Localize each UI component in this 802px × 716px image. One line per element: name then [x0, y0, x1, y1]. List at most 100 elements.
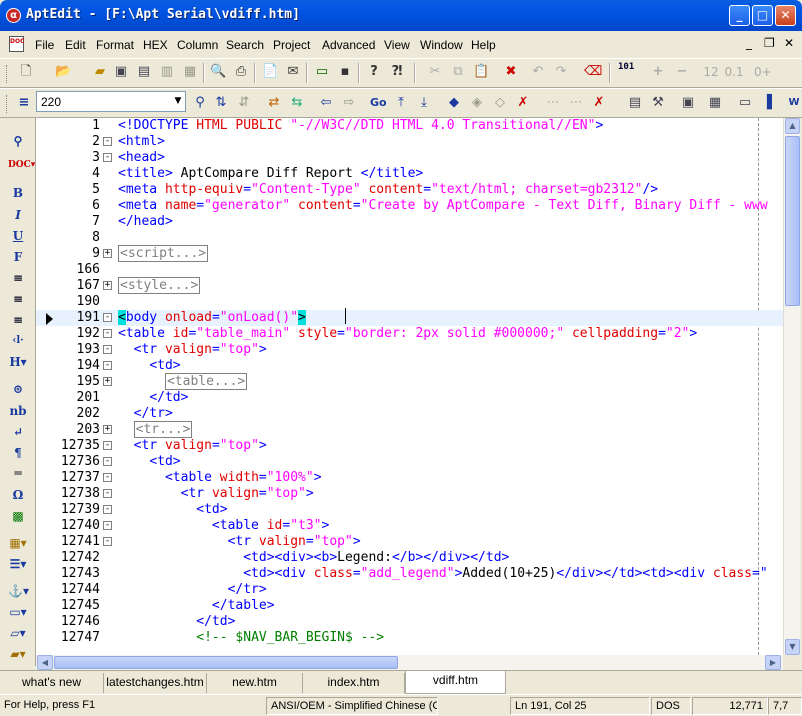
- toggle-bookmark-icon[interactable]: ◆: [446, 95, 462, 111]
- goto-top-icon[interactable]: ⤒: [393, 95, 409, 111]
- open-folder-icon[interactable]: ▰: [92, 64, 108, 80]
- code-text[interactable]: <tr valign="top">: [118, 534, 361, 550]
- code-line[interactable]: 193- <tr valign="top">: [36, 342, 783, 358]
- code-text[interactable]: <tr valign="top">: [118, 486, 314, 502]
- menu-advanced[interactable]: Advanced: [322, 38, 375, 52]
- context-help-icon[interactable]: ⁈: [389, 64, 405, 80]
- close-button[interactable]: ✕: [775, 5, 796, 26]
- code-text[interactable]: <td>: [118, 358, 180, 374]
- code-editor[interactable]: 1 <!DOCTYPE HTML PUBLIC "-//W3C//DTD HTML…: [36, 118, 783, 655]
- code-line[interactable]: 12737- <table width="100%">: [36, 470, 783, 486]
- menu-view[interactable]: View: [384, 38, 410, 52]
- paragraph-icon[interactable]: ¶: [8, 444, 28, 462]
- goto-line-icon[interactable]: Go: [370, 95, 387, 111]
- status-encoding[interactable]: ANSI/OEM - Simplified Chinese (GB: [266, 697, 438, 715]
- fold-expand-icon[interactable]: +: [103, 425, 112, 434]
- print-preview-icon[interactable]: 🔍: [210, 64, 226, 80]
- doc-template-icon[interactable]: DOC▾: [8, 156, 35, 174]
- tab-vdiff[interactable]: vdiff.htm: [405, 671, 506, 694]
- horizontal-rule-icon[interactable]: ═: [8, 464, 28, 482]
- horizontal-scroll-thumb[interactable]: [54, 656, 398, 669]
- mdi-close-button[interactable]: ✕: [784, 36, 794, 50]
- status-line-format[interactable]: DOS: [651, 697, 691, 715]
- font-icon[interactable]: F: [8, 248, 28, 266]
- full-screen-icon[interactable]: ▭: [737, 95, 753, 111]
- fold-collapse-icon[interactable]: -: [103, 457, 112, 466]
- code-text[interactable]: <td><div class="add_legend">Added(10+25)…: [118, 566, 767, 582]
- next-bookmark-icon[interactable]: ◈: [469, 95, 485, 111]
- fold-collapse-icon[interactable]: -: [103, 505, 112, 514]
- code-line[interactable]: 195 + <table...>: [36, 373, 783, 390]
- italic-icon[interactable]: I: [8, 206, 28, 224]
- code-text[interactable]: </td>: [118, 390, 188, 406]
- code-line[interactable]: 191- <body onload="onLoad()">: [36, 310, 783, 326]
- tab-index[interactable]: index.htm: [303, 673, 405, 693]
- scroll-down-icon[interactable]: ▼: [785, 639, 800, 655]
- scroll-up-icon[interactable]: ▲: [785, 118, 800, 134]
- fold-collapse-icon[interactable]: -: [103, 313, 112, 322]
- line-break-icon[interactable]: ↵: [8, 423, 28, 441]
- toolbar-grip[interactable]: [6, 95, 9, 113]
- code-line[interactable]: 12747 <!-- $NAV_BAR_BEGIN$ -->: [36, 630, 783, 646]
- split-window-icon[interactable]: ▤: [627, 95, 643, 111]
- cut-icon[interactable]: ✂: [427, 64, 443, 80]
- tab-latestchanges[interactable]: latestchanges.htm: [104, 673, 207, 693]
- save-icon[interactable]: ▣: [113, 64, 129, 80]
- menu-search[interactable]: Search: [226, 38, 264, 52]
- binary-mode-icon[interactable]: 101: [618, 63, 634, 79]
- code-line[interactable]: 202 </tr>: [36, 406, 783, 422]
- code-text[interactable]: </td>: [118, 614, 235, 630]
- number-mode-icon[interactable]: 12: [701, 64, 721, 80]
- code-text[interactable]: <table id="t3">: [118, 518, 329, 534]
- code-text[interactable]: <body onload="onLoad()">: [118, 310, 306, 326]
- word-wrap-icon[interactable]: ▌: [764, 95, 780, 111]
- fold-collapse-icon[interactable]: -: [103, 361, 112, 370]
- fold-expand-icon[interactable]: +: [103, 377, 112, 386]
- anchor-link-icon[interactable]: ⊚: [8, 380, 28, 398]
- fold-collapse-icon[interactable]: -: [103, 153, 112, 162]
- document-icon[interactable]: DOC: [9, 36, 24, 52]
- code-text[interactable]: <tr...>: [118, 421, 193, 438]
- prev-diff-icon[interactable]: ⋯: [545, 95, 561, 111]
- nbsp-icon[interactable]: nb: [8, 402, 28, 420]
- code-line[interactable]: 12735- <tr valign="top">: [36, 438, 783, 454]
- code-line[interactable]: 12738- <tr valign="top">: [36, 486, 783, 502]
- table-icon[interactable]: ▦▾: [8, 534, 28, 552]
- code-line[interactable]: 190: [36, 294, 783, 310]
- wrap-w-icon[interactable]: W: [786, 95, 802, 111]
- fold-collapse-icon[interactable]: -: [103, 441, 112, 450]
- open-file-icon[interactable]: 📂: [55, 64, 71, 80]
- code-line[interactable]: 12745 </table>: [36, 598, 783, 614]
- frame-icon[interactable]: ▭▾: [8, 603, 28, 621]
- mdi-minimize-button[interactable]: _: [746, 36, 752, 50]
- code-text[interactable]: <head>: [118, 150, 165, 166]
- menu-help[interactable]: Help: [471, 38, 496, 52]
- code-text[interactable]: <!-- $NAV_BAR_BEGIN$ -->: [118, 630, 384, 646]
- increase-icon[interactable]: +: [650, 64, 666, 80]
- underline-icon[interactable]: U: [8, 227, 28, 245]
- code-text[interactable]: </tr>: [118, 582, 267, 598]
- code-line[interactable]: 201 </td>: [36, 390, 783, 406]
- command-prompt-icon[interactable]: ▪: [337, 64, 353, 80]
- tab-whats-new[interactable]: what's new: [0, 673, 104, 693]
- copy-icon[interactable]: ⧉: [450, 64, 466, 80]
- clip-library-icon[interactable]: ▦: [707, 95, 723, 111]
- tools-icon[interactable]: ⚒: [650, 95, 666, 111]
- fold-collapse-icon[interactable]: -: [103, 489, 112, 498]
- align-left-icon[interactable]: ≡: [8, 269, 28, 287]
- code-line[interactable]: 12739- <td>: [36, 502, 783, 518]
- fold-expand-icon[interactable]: +: [103, 281, 112, 290]
- code-text[interactable]: <table...>: [118, 373, 248, 390]
- form-icon[interactable]: ▱▾: [8, 624, 28, 642]
- goto-forward-icon[interactable]: ⇨: [341, 95, 357, 111]
- code-line[interactable]: 192- <table id="table_main" style="border…: [36, 326, 783, 342]
- code-line[interactable]: 12740- <table id="t3">: [36, 518, 783, 534]
- collapsed-block[interactable]: <script...>: [118, 245, 209, 262]
- next-diff-icon[interactable]: ⋯: [568, 95, 584, 111]
- fold-collapse-icon[interactable]: -: [103, 345, 112, 354]
- title-bar[interactable]: α AptEdit - [F:\Apt Serial\vdiff.htm] _ …: [0, 0, 802, 31]
- code-text[interactable]: <html>: [118, 134, 165, 150]
- code-line[interactable]: 4 <title> AptCompare Diff Report </title>: [36, 166, 783, 182]
- html-preview-icon[interactable]: ⚲: [8, 132, 28, 150]
- code-line[interactable]: 12744 </tr>: [36, 582, 783, 598]
